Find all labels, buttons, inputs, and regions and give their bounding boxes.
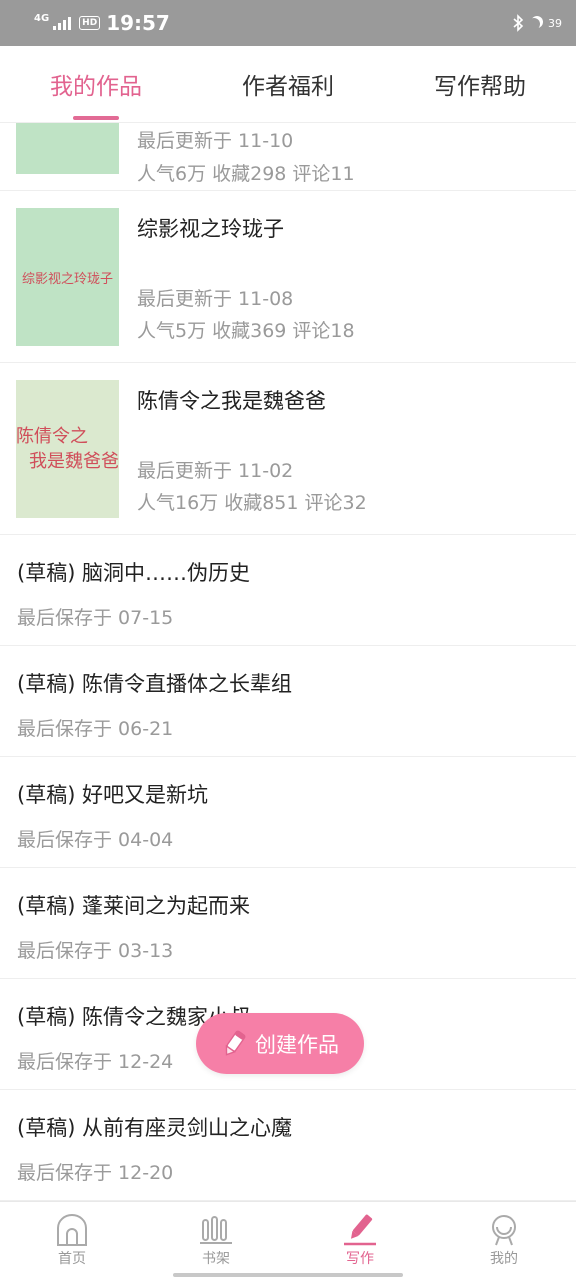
nav-write[interactable]: 写作 — [288, 1202, 432, 1281]
tab-my-works[interactable]: 我的作品 — [0, 46, 192, 122]
network-type: 4G — [34, 13, 50, 24]
tab-author-benefits[interactable]: 作者福利 — [192, 46, 384, 122]
nav-profile[interactable]: 我的 — [432, 1202, 576, 1281]
draft-row[interactable]: (草稿) 蓬莱间之为起而来 最后保存于 03-13 — [0, 868, 576, 979]
book-title: 陈倩令之我是魏爸爸 — [137, 389, 326, 413]
home-icon — [57, 1214, 87, 1246]
book-row[interactable]: 综影视之玲珑子 综影视之玲珑子 最后更新于 11-08 人气5万 收藏369 评… — [0, 191, 576, 363]
book-cover: 陈倩令之 我是魏爸爸 — [16, 380, 119, 518]
nav-bookshelf[interactable]: 书架 — [144, 1202, 288, 1281]
nav-label: 我的 — [490, 1251, 518, 1267]
book-row[interactable]: 最后更新于 11-10 人气6万 收藏298 评论11 — [0, 123, 576, 191]
signal-icon — [53, 16, 72, 30]
nav-label: 书架 — [202, 1251, 230, 1267]
draft-title: (草稿) 好吧又是新坑 — [17, 783, 209, 807]
pencil-icon — [225, 1030, 246, 1056]
book-last-update: 最后更新于 11-10 — [137, 130, 294, 152]
draft-saved-time: 最后保存于 04-04 — [17, 829, 174, 851]
book-stats: 人气6万 收藏298 评论11 — [137, 163, 355, 185]
draft-row[interactable]: (草稿) 从前有座灵剑山之心魔 最后保存于 12-20 — [0, 1090, 576, 1201]
book-last-update: 最后更新于 11-08 — [137, 288, 294, 310]
book-title: 综影视之玲珑子 — [137, 217, 284, 241]
draft-title: (草稿) 陈倩令直播体之长辈组 — [17, 672, 293, 696]
draft-saved-time: 最后保存于 12-20 — [17, 1162, 174, 1184]
home-indicator[interactable] — [173, 1273, 403, 1277]
cover-title: 综影视之玲珑子 — [21, 271, 113, 287]
cover-title-line2: 我是魏爸爸 — [29, 451, 119, 472]
book-stats: 人气16万 收藏851 评论32 — [137, 492, 367, 514]
battery-level: 39 — [548, 16, 562, 30]
bookshelf-icon — [200, 1216, 232, 1244]
draft-title: (草稿) 脑洞中……伪历史 — [17, 561, 251, 585]
bluetooth-icon — [513, 14, 524, 32]
book-stats: 人气5万 收藏369 评论18 — [137, 320, 355, 342]
draft-saved-time: 最后保存于 12-24 — [17, 1051, 174, 1073]
top-tabs: 我的作品 作者福利 写作帮助 — [0, 46, 576, 123]
tab-writing-help[interactable]: 写作帮助 — [384, 46, 576, 122]
draft-row[interactable]: (草稿) 脑洞中……伪历史 最后保存于 07-15 — [0, 535, 576, 646]
book-cover — [16, 123, 119, 174]
draft-row[interactable]: (草稿) 陈倩令直播体之长辈组 最后保存于 06-21 — [0, 646, 576, 757]
tab-label: 写作帮助 — [434, 74, 526, 100]
status-time: 19:57 — [106, 11, 170, 35]
tab-label: 我的作品 — [50, 74, 142, 100]
bottom-nav: 首页 书架 写作 我的 — [0, 1201, 576, 1281]
create-work-label: 创建作品 — [255, 1032, 339, 1057]
book-last-update: 最后更新于 11-02 — [137, 460, 294, 482]
nav-home[interactable]: 首页 — [0, 1202, 144, 1281]
draft-row[interactable]: (草稿) 好吧又是新坑 最后保存于 04-04 — [0, 757, 576, 868]
draft-saved-time: 最后保存于 07-15 — [17, 607, 174, 629]
status-bar: 4G HD 19:57 39 — [0, 0, 576, 46]
hd-badge: HD — [79, 16, 101, 30]
draft-title: (草稿) 蓬莱间之为起而来 — [17, 894, 251, 918]
nav-label: 首页 — [58, 1251, 86, 1267]
cover-title-line1: 陈倩令之 — [16, 426, 88, 447]
draft-title: (草稿) 从前有座灵剑山之心魔 — [17, 1116, 293, 1140]
nav-label: 写作 — [346, 1251, 374, 1267]
book-row[interactable]: 陈倩令之 我是魏爸爸 陈倩令之我是魏爸爸 最后更新于 11-02 人气16万 收… — [0, 363, 576, 535]
tab-active-indicator — [73, 116, 119, 120]
pen-icon — [344, 1214, 376, 1246]
moon-icon — [528, 18, 540, 30]
create-work-button[interactable]: 创建作品 — [196, 1013, 364, 1074]
tab-label: 作者福利 — [242, 74, 334, 100]
draft-saved-time: 最后保存于 03-13 — [17, 940, 174, 962]
draft-saved-time: 最后保存于 06-21 — [17, 718, 174, 740]
book-cover: 综影视之玲珑子 — [16, 208, 119, 346]
profile-icon — [492, 1215, 516, 1246]
